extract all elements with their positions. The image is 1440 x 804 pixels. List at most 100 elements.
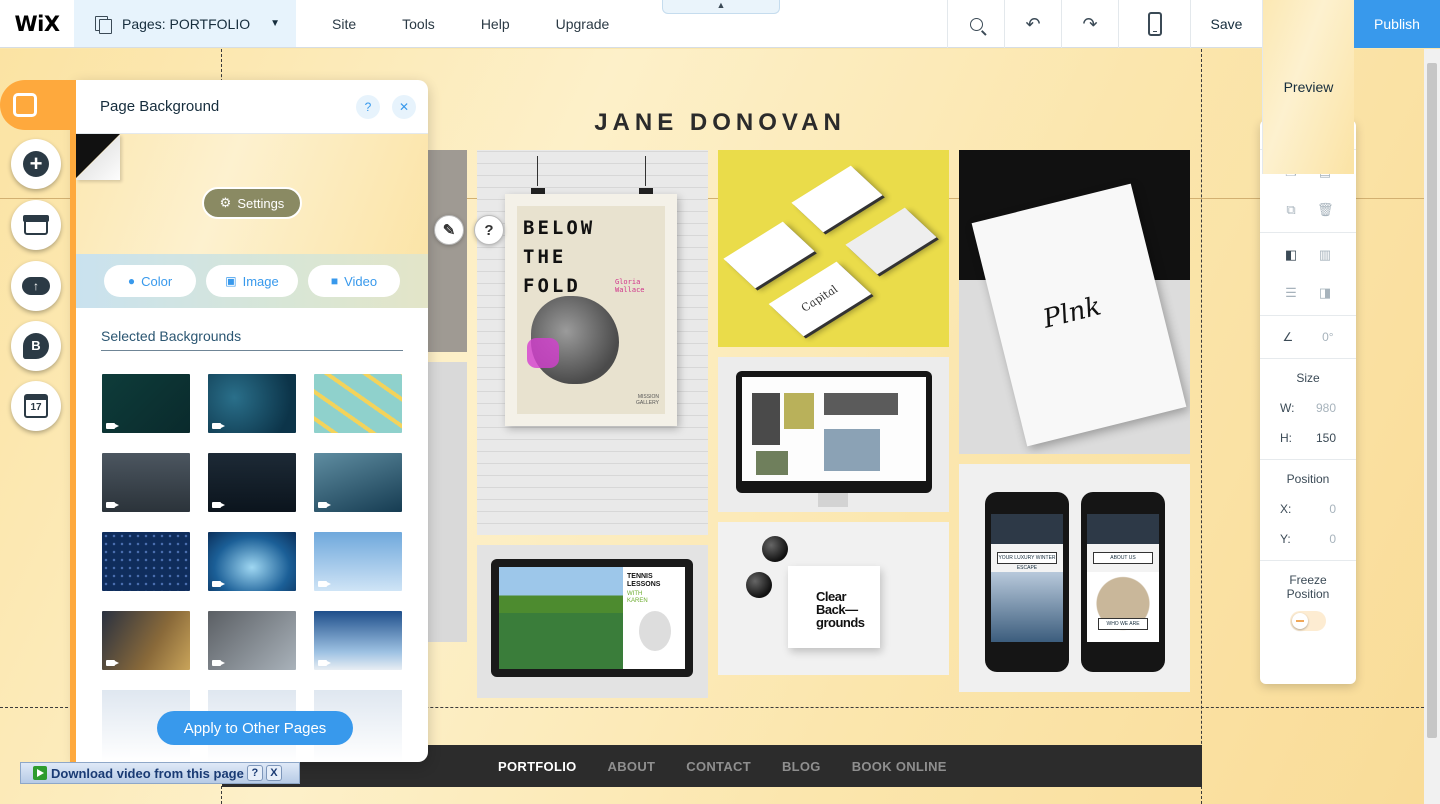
background-thumb[interactable] [314, 532, 402, 591]
x-field[interactable]: X: 0 [1260, 502, 1356, 516]
background-thumb[interactable] [314, 453, 402, 512]
monitor-stand [818, 493, 848, 507]
phone-header [1087, 514, 1159, 544]
video-icon [106, 502, 119, 508]
video-icon [212, 660, 225, 666]
color-button[interactable]: ● Color [104, 265, 196, 297]
gallery-tile-monitor[interactable] [718, 357, 949, 512]
rail-add-button[interactable]: + [11, 139, 61, 189]
freeze-position-toggle[interactable] [1290, 611, 1326, 631]
download-video-label[interactable]: Download video from this page [51, 766, 244, 781]
help-fab[interactable]: ? [474, 215, 504, 245]
download-close-button[interactable]: X [265, 765, 282, 781]
arrange-icon[interactable]: ◧ [1283, 247, 1299, 263]
background-thumb[interactable] [208, 532, 296, 591]
store-icon [23, 215, 49, 235]
undo-icon: ↶ [1025, 13, 1041, 34]
redo-button[interactable]: ↷ [1061, 0, 1118, 48]
background-icon [13, 93, 37, 117]
pages-dropdown[interactable]: Pages: PORTFOLIO ▼ [74, 0, 296, 47]
poster-gallery-text: MISSION GALLERY [636, 394, 659, 406]
gallery-tile-tablet[interactable]: TENNIS LESSONS WITH KAREN [477, 545, 708, 698]
zoom-out-button[interactable] [947, 0, 1004, 48]
save-button[interactable]: Save [1190, 0, 1262, 48]
download-help-button[interactable]: ? [246, 765, 263, 781]
x-label: X: [1280, 502, 1292, 516]
gallery-tile-phones[interactable]: YOUR LUXURY WINTER ESCAPE ABOUT US WHO W… [959, 464, 1190, 692]
background-thumb[interactable] [102, 611, 190, 670]
site-title[interactable]: JANE DONOVAN [420, 109, 1020, 137]
nav-portfolio[interactable]: PORTFOLIO [498, 759, 577, 774]
rail-upload-button[interactable]: ↑ [11, 261, 61, 311]
delete-icon[interactable]: 🗑 [1317, 202, 1334, 218]
background-thumb[interactable] [208, 374, 296, 433]
width-value[interactable]: 980 [1316, 401, 1336, 415]
rail-blog-button[interactable]: B [11, 321, 61, 371]
rail-background-button[interactable] [0, 80, 76, 130]
wix-logo[interactable]: WiX [0, 0, 74, 47]
x-value[interactable]: 0 [1329, 502, 1336, 516]
background-thumb[interactable] [102, 374, 190, 433]
panel-help-button[interactable]: ? [356, 94, 380, 119]
duplicate-icon[interactable]: ⧉ [1283, 202, 1299, 218]
menu-tools[interactable]: Tools [402, 16, 435, 32]
nav-blog[interactable]: BLOG [782, 759, 821, 774]
phone-image [1087, 572, 1159, 642]
menu-upgrade[interactable]: Upgrade [556, 16, 610, 32]
preview-button[interactable]: Preview [1262, 0, 1354, 174]
distribute-icon[interactable]: ☰ [1283, 285, 1299, 301]
menu-site[interactable]: Site [332, 16, 356, 32]
rotation-value[interactable]: 0° [1322, 330, 1333, 344]
match-size-icon[interactable]: ◨ [1317, 285, 1333, 301]
blog-icon: B [23, 333, 49, 359]
publish-button[interactable]: Publish [1354, 0, 1440, 48]
video-label: Video [344, 273, 378, 289]
gallery-tile-hidden-2[interactable] [428, 362, 467, 642]
video-button[interactable]: ■ Video [308, 265, 400, 297]
apply-to-other-pages-button[interactable]: Apply to Other Pages [157, 711, 353, 745]
rail-store-button[interactable] [11, 200, 61, 250]
nav-contact[interactable]: CONTACT [686, 759, 751, 774]
canvas-scrollbar[interactable] [1424, 49, 1440, 804]
align-icon[interactable]: ▥ [1317, 247, 1333, 263]
image-button[interactable]: ▣ Image [206, 265, 298, 297]
rotate-icon[interactable]: ∠ [1282, 330, 1293, 344]
page-corner-fold [76, 134, 120, 180]
mobile-view-button[interactable] [1118, 0, 1190, 48]
height-field[interactable]: H: 150 [1260, 431, 1356, 445]
y-field[interactable]: Y: 0 [1260, 532, 1356, 546]
background-settings-button[interactable]: ⚙ Settings [202, 187, 302, 219]
background-thumb[interactable] [314, 374, 402, 433]
nav-book-online[interactable]: BOOK ONLINE [852, 759, 947, 774]
background-thumb[interactable] [208, 453, 296, 512]
background-thumb[interactable] [102, 453, 190, 512]
video-icon [106, 423, 119, 429]
gallery-tile-poster[interactable]: BELOW THE FOLD Gloria Wallace MISSION GA… [477, 150, 708, 535]
collapse-topbar-tab[interactable]: ▲ [662, 0, 780, 14]
chevron-up-icon: ▲ [716, 0, 726, 10]
gallery-tile-stationery[interactable]: Plnk [959, 150, 1190, 454]
gallery-tile-cards[interactable]: Capital [718, 150, 949, 347]
scrollbar-thumb[interactable] [1427, 63, 1437, 738]
height-value[interactable]: 150 [1316, 431, 1336, 445]
rail-bookings-button[interactable]: 17 [11, 381, 61, 431]
phone-sublabel: WHO WE ARE [1098, 618, 1148, 630]
width-field[interactable]: W: 980 [1260, 401, 1356, 415]
nav-about[interactable]: ABOUT [608, 759, 656, 774]
edit-background-fab[interactable]: ✎ [434, 215, 464, 245]
download-video-bar[interactable]: Download video from this page ? X [20, 762, 300, 784]
video-icon [212, 423, 225, 429]
gallery-tile-hidden-1[interactable] [428, 150, 467, 352]
poster-subtitle: Gloria Wallace [615, 278, 645, 294]
background-thumb[interactable] [314, 611, 402, 670]
editor-topbar: WiX Pages: PORTFOLIO ▼ Site Tools Help U… [0, 0, 1440, 174]
background-thumb[interactable] [102, 532, 190, 591]
selected-backgrounds-heading: Selected Backgrounds [101, 328, 403, 351]
background-thumb[interactable] [208, 611, 296, 670]
menu-help[interactable]: Help [481, 16, 510, 32]
undo-button[interactable]: ↶ [1004, 0, 1061, 48]
gallery-tile-cd[interactable]: Clear Back— grounds [718, 522, 949, 675]
background-preview[interactable]: ⚙ Settings ● Color ▣ Image ■ Video [76, 134, 428, 308]
y-value[interactable]: 0 [1329, 532, 1336, 546]
panel-close-button[interactable]: ✕ [392, 94, 416, 119]
